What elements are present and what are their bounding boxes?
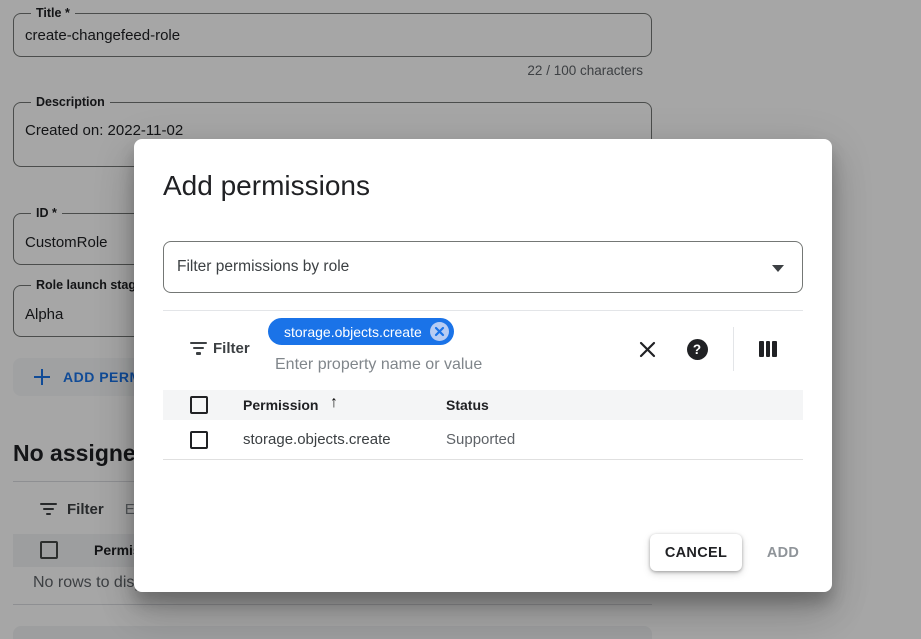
filter-permissions-by-role-select[interactable]: Filter permissions by role: [163, 241, 803, 293]
status-column-header[interactable]: Status: [446, 397, 489, 413]
filter-label: Filter: [213, 340, 250, 357]
close-icon: [638, 340, 657, 359]
cancel-button[interactable]: CANCEL: [650, 534, 742, 571]
divider: [163, 310, 803, 311]
row-checkbox[interactable]: [190, 431, 208, 449]
clear-filters-button[interactable]: [634, 336, 660, 362]
create-role-page: Title * create-changefeed-role 22 / 100 …: [0, 0, 921, 639]
filter-chip[interactable]: storage.objects.create: [268, 318, 454, 345]
permission-column-header[interactable]: Permission: [243, 397, 318, 413]
help-icon: ?: [687, 339, 708, 360]
filter-list-icon: [190, 342, 207, 355]
chip-remove-icon[interactable]: [430, 322, 449, 341]
permissions-table-header: Permission ↑ Status: [163, 390, 803, 420]
table-row[interactable]: storage.objects.create Supported: [163, 420, 803, 460]
help-button[interactable]: ?: [684, 336, 710, 362]
dialog-title: Add permissions: [163, 170, 370, 202]
add-button[interactable]: ADD: [752, 534, 814, 571]
chevron-down-icon: [772, 265, 784, 272]
permission-cell: storage.objects.create: [243, 431, 391, 448]
role-select-placeholder: Filter permissions by role: [177, 258, 349, 276]
status-cell: Supported: [446, 431, 515, 448]
add-permissions-dialog: Add permissions Filter permissions by ro…: [134, 139, 832, 592]
select-all-checkbox[interactable]: [190, 396, 208, 414]
column-display-options-button[interactable]: [755, 336, 781, 362]
filter-chip-label: storage.objects.create: [284, 324, 422, 340]
divider: [733, 327, 734, 371]
sort-ascending-icon[interactable]: ↑: [330, 394, 338, 412]
columns-icon: [759, 341, 777, 357]
filter-input[interactable]: [275, 354, 605, 376]
